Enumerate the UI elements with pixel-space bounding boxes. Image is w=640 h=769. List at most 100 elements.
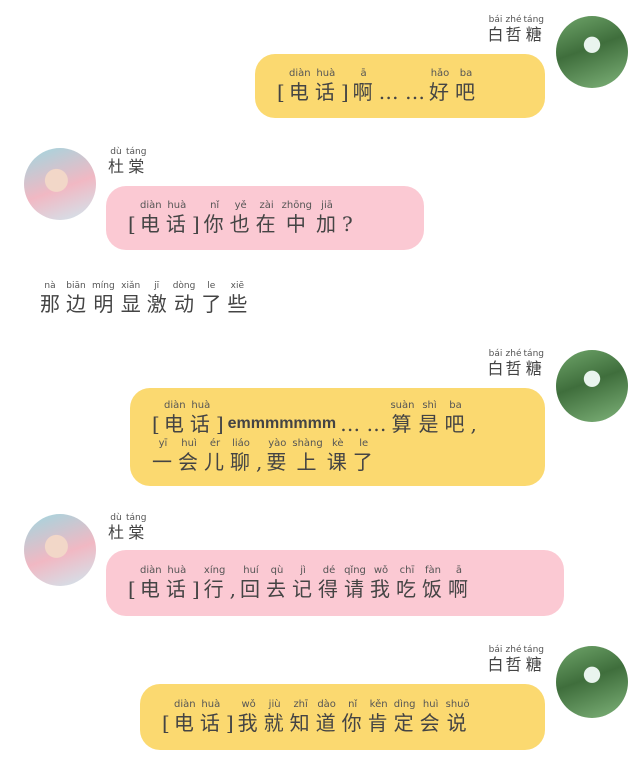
ruby-char: yào 要 — [266, 438, 288, 474]
pinyin: wǒ — [373, 565, 389, 576]
hanzi: 饭 — [421, 577, 444, 601]
pinyin: huà — [191, 400, 211, 411]
plain-text: [ — [277, 80, 285, 104]
ruby-char: jiù 就 — [264, 699, 286, 735]
pinyin: nǐ — [348, 699, 358, 710]
hanzi: 电 — [139, 577, 162, 601]
ruby-char: wǒ 我 — [370, 565, 392, 601]
pinyin-spacer — [130, 565, 133, 577]
ruby-char: chī 吃 — [396, 565, 418, 601]
ruby-char: shuō 说 — [446, 699, 470, 735]
ruby-char: dòng 动 — [173, 280, 196, 316]
ruby-char: le 了 — [353, 438, 375, 474]
hanzi: 得 — [317, 577, 340, 601]
pinyin: le — [359, 438, 369, 449]
pinyin: suàn — [390, 400, 415, 411]
hanzi: 电 — [288, 80, 311, 104]
pinyin: yī — [158, 438, 168, 449]
ruby-char: ā啊 — [353, 68, 375, 104]
hanzi: 杜 — [108, 157, 125, 176]
ruby-char: jī 激 — [147, 280, 167, 316]
message-bubble: [diàn 电 huà 话 ] emmmmmmm … … suàn 算 shì 是 ba 吧 , … — [130, 388, 545, 486]
pinyin: huà — [316, 68, 336, 79]
pinyin: xíng — [203, 565, 226, 576]
ruby-char: táng 糖 — [524, 644, 544, 674]
avatar[interactable] — [556, 350, 628, 422]
ruby-char: huí 回 — [240, 565, 262, 601]
pinyin: huà — [167, 200, 187, 211]
hanzi: 知 — [289, 711, 312, 735]
ruby-char: huà 话 — [166, 200, 188, 236]
hanzi: 电 — [163, 412, 186, 436]
hanzi: 吃 — [395, 577, 418, 601]
sender-name-me-1: bái 白 zhé 哲 táng 糖 — [488, 14, 545, 44]
pinyin: kè — [331, 438, 344, 449]
ruby-char: liáo 聊 — [230, 438, 252, 474]
pinyin: diàn — [140, 565, 162, 576]
hanzi: 白 — [487, 25, 504, 44]
sender-name-me-3: bái 白 zhé 哲 táng 糖 — [488, 644, 545, 674]
hanzi: 吧 — [454, 80, 477, 104]
ruby-char: táng 棠 — [126, 146, 146, 176]
hanzi: 上 — [296, 450, 319, 474]
pinyin-spacer — [228, 699, 231, 711]
hanzi: 我 — [369, 577, 392, 601]
hanzi: 激 — [146, 292, 167, 316]
ruby-char: yě 也 — [230, 200, 252, 236]
hanzi: 是 — [418, 412, 441, 436]
sender-name-other-1: dù 杜 táng 棠 — [108, 146, 146, 176]
plain-text: ] — [225, 711, 234, 735]
pinyin: diàn — [289, 68, 311, 79]
pinyin: fàn — [424, 565, 441, 576]
hanzi: 那 — [40, 292, 60, 316]
pinyin: huà — [167, 565, 187, 576]
hanzi: 白 — [487, 655, 504, 674]
hanzi: 哲 — [505, 655, 522, 674]
ruby-char: huà 话 — [166, 565, 188, 601]
ruby-char: wǒ 我 — [238, 699, 260, 735]
message-line: [diàn 电 huà 话 ] emmmmmmm … … suàn 算 shì 是 ba 吧 , — [152, 400, 523, 436]
hanzi: 边 — [66, 292, 86, 316]
hanzi: 哲 — [505, 25, 522, 44]
plain-text: emmmmmmm — [227, 415, 337, 432]
ruby-char: ba 吧 — [455, 68, 477, 104]
hanzi: 你 — [341, 711, 364, 735]
text-fragment: ] — [216, 400, 224, 436]
hanzi: 吧 — [444, 412, 467, 436]
pinyin: dòng — [172, 281, 196, 291]
ruby-char: dù 杜 — [108, 512, 124, 542]
pinyin: huí — [243, 565, 259, 576]
ruby-char: zhōng 中 — [282, 200, 312, 236]
message-line: [diàn 电 huà 话 ] wǒ 我 jiù 就 zhī 知 dào 道 nǐ 你 kěn 肯 dìng 定 h… — [162, 699, 523, 735]
pinyin: qǐng — [344, 565, 366, 576]
hanzi: 了 — [201, 292, 222, 316]
avatar[interactable] — [24, 148, 96, 220]
avatar[interactable] — [556, 16, 628, 88]
hanzi: 糖 — [525, 359, 542, 378]
pinyin: ā — [360, 68, 367, 79]
pinyin: ā — [455, 565, 463, 576]
hanzi: 会 — [178, 450, 200, 474]
pinyin-spacer — [400, 68, 403, 80]
ruby-char: bái 白 — [488, 348, 504, 378]
plain-text: , — [256, 450, 263, 474]
plain-text: , — [470, 412, 477, 436]
pinyin: míng — [92, 281, 115, 291]
plain-text: [ — [128, 212, 136, 236]
plain-text: [ — [162, 711, 170, 735]
plain-text: , — [229, 577, 236, 601]
ruby-char: ā啊 — [448, 565, 470, 601]
avatar[interactable] — [24, 514, 96, 586]
pinyin: jiù — [268, 699, 281, 710]
pinyin-spacer — [130, 200, 133, 212]
avatar[interactable] — [556, 646, 628, 718]
hanzi: 聊 — [230, 450, 252, 474]
ruby-char: dìng 定 — [394, 699, 416, 735]
hanzi: 哲 — [505, 359, 522, 378]
text-fragment: , — [256, 438, 262, 474]
ruby-char: kè 课 — [327, 438, 349, 474]
plain-text: [ — [128, 577, 136, 601]
pinyin: huà — [201, 699, 221, 710]
text-fragment: ] — [226, 699, 234, 735]
message-line: [diàn 电 huà 话 ] nǐ 你 yě 也 zài 在 zhōng 中 jiā 加 ? — [128, 200, 402, 236]
